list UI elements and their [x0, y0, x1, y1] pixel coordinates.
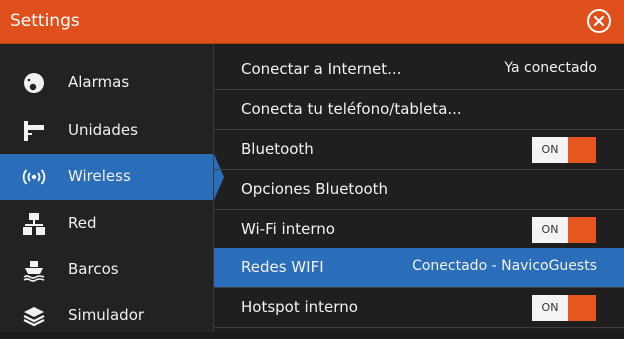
boats-icon [23, 261, 45, 282]
toggle-on-label: ON [532, 217, 568, 243]
sidebar-item-label: Barcos [68, 260, 119, 278]
sidebar-item-label: Red [68, 214, 97, 232]
row-label: Hotspot interno [241, 298, 358, 316]
sidebar-item-barcos[interactable]: Barcos [0, 247, 214, 293]
wireless-settings-list: Conectar a Internet... Ya conectado Cone… [214, 44, 624, 332]
hotspot-interno-toggle[interactable]: ON [532, 295, 596, 321]
row-bluetooth: Bluetooth ON [214, 130, 624, 170]
bluetooth-toggle[interactable]: ON [532, 137, 596, 163]
close-button[interactable] [587, 9, 611, 33]
row-label: Bluetooth [241, 140, 314, 158]
row-hotspot-interno: Hotspot interno ON [214, 288, 624, 328]
row-conecta-telefono[interactable]: Conecta tu teléfono/tableta... [214, 90, 624, 130]
network-icon [23, 213, 45, 235]
toggle-on-label: ON [532, 295, 568, 321]
row-label: Conectar a Internet... [241, 60, 402, 78]
wireless-icon [22, 169, 46, 185]
sidebar-item-label: Alarmas [68, 73, 130, 91]
settings-sidebar: Alarmas Unidades Wireless Red Barcos Sim… [0, 44, 224, 332]
row-redes-wifi[interactable]: Redes WIFI Conectado - NavicoGuests [214, 248, 624, 288]
toggle-on-label: ON [532, 137, 568, 163]
wifi-interno-toggle[interactable]: ON [532, 217, 596, 243]
toggle-knob [568, 217, 596, 243]
toggle-knob [568, 137, 596, 163]
sidebar-item-label: Wireless [68, 167, 131, 185]
row-opciones-bluetooth[interactable]: Opciones Bluetooth [214, 170, 624, 210]
sidebar-item-label: Simulador [68, 306, 145, 324]
sidebar-item-wireless[interactable]: Wireless [0, 154, 224, 200]
sidebar-item-unidades[interactable]: Unidades [0, 108, 214, 154]
row-value: Conectado - NavicoGuests [412, 258, 597, 274]
sidebar-item-label: Unidades [68, 121, 138, 139]
row-label: Opciones Bluetooth [241, 180, 389, 198]
row-label: Conecta tu teléfono/tableta... [241, 100, 462, 118]
row-conectar-internet[interactable]: Conectar a Internet... Ya conectado [214, 50, 624, 90]
sidebar-item-alarmas[interactable]: Alarmas [0, 60, 214, 106]
alarm-icon [24, 73, 44, 93]
window-title: Settings [10, 11, 80, 31]
units-icon [24, 121, 44, 141]
row-label: Wi-Fi interno [241, 220, 335, 238]
sidebar-item-simulador[interactable]: Simulador [0, 293, 214, 339]
settings-window: Settings Alarmas Unidades Wireless Red B… [0, 0, 624, 332]
title-bar: Settings [0, 0, 624, 44]
toggle-knob [568, 295, 596, 321]
row-label: Redes WIFI [241, 258, 324, 276]
simulator-icon [23, 307, 45, 327]
sidebar-item-red[interactable]: Red [0, 201, 214, 247]
close-icon [593, 15, 605, 27]
row-wifi-interno: Wi-Fi interno ON [214, 210, 624, 250]
row-value: Ya conectado [504, 60, 597, 76]
